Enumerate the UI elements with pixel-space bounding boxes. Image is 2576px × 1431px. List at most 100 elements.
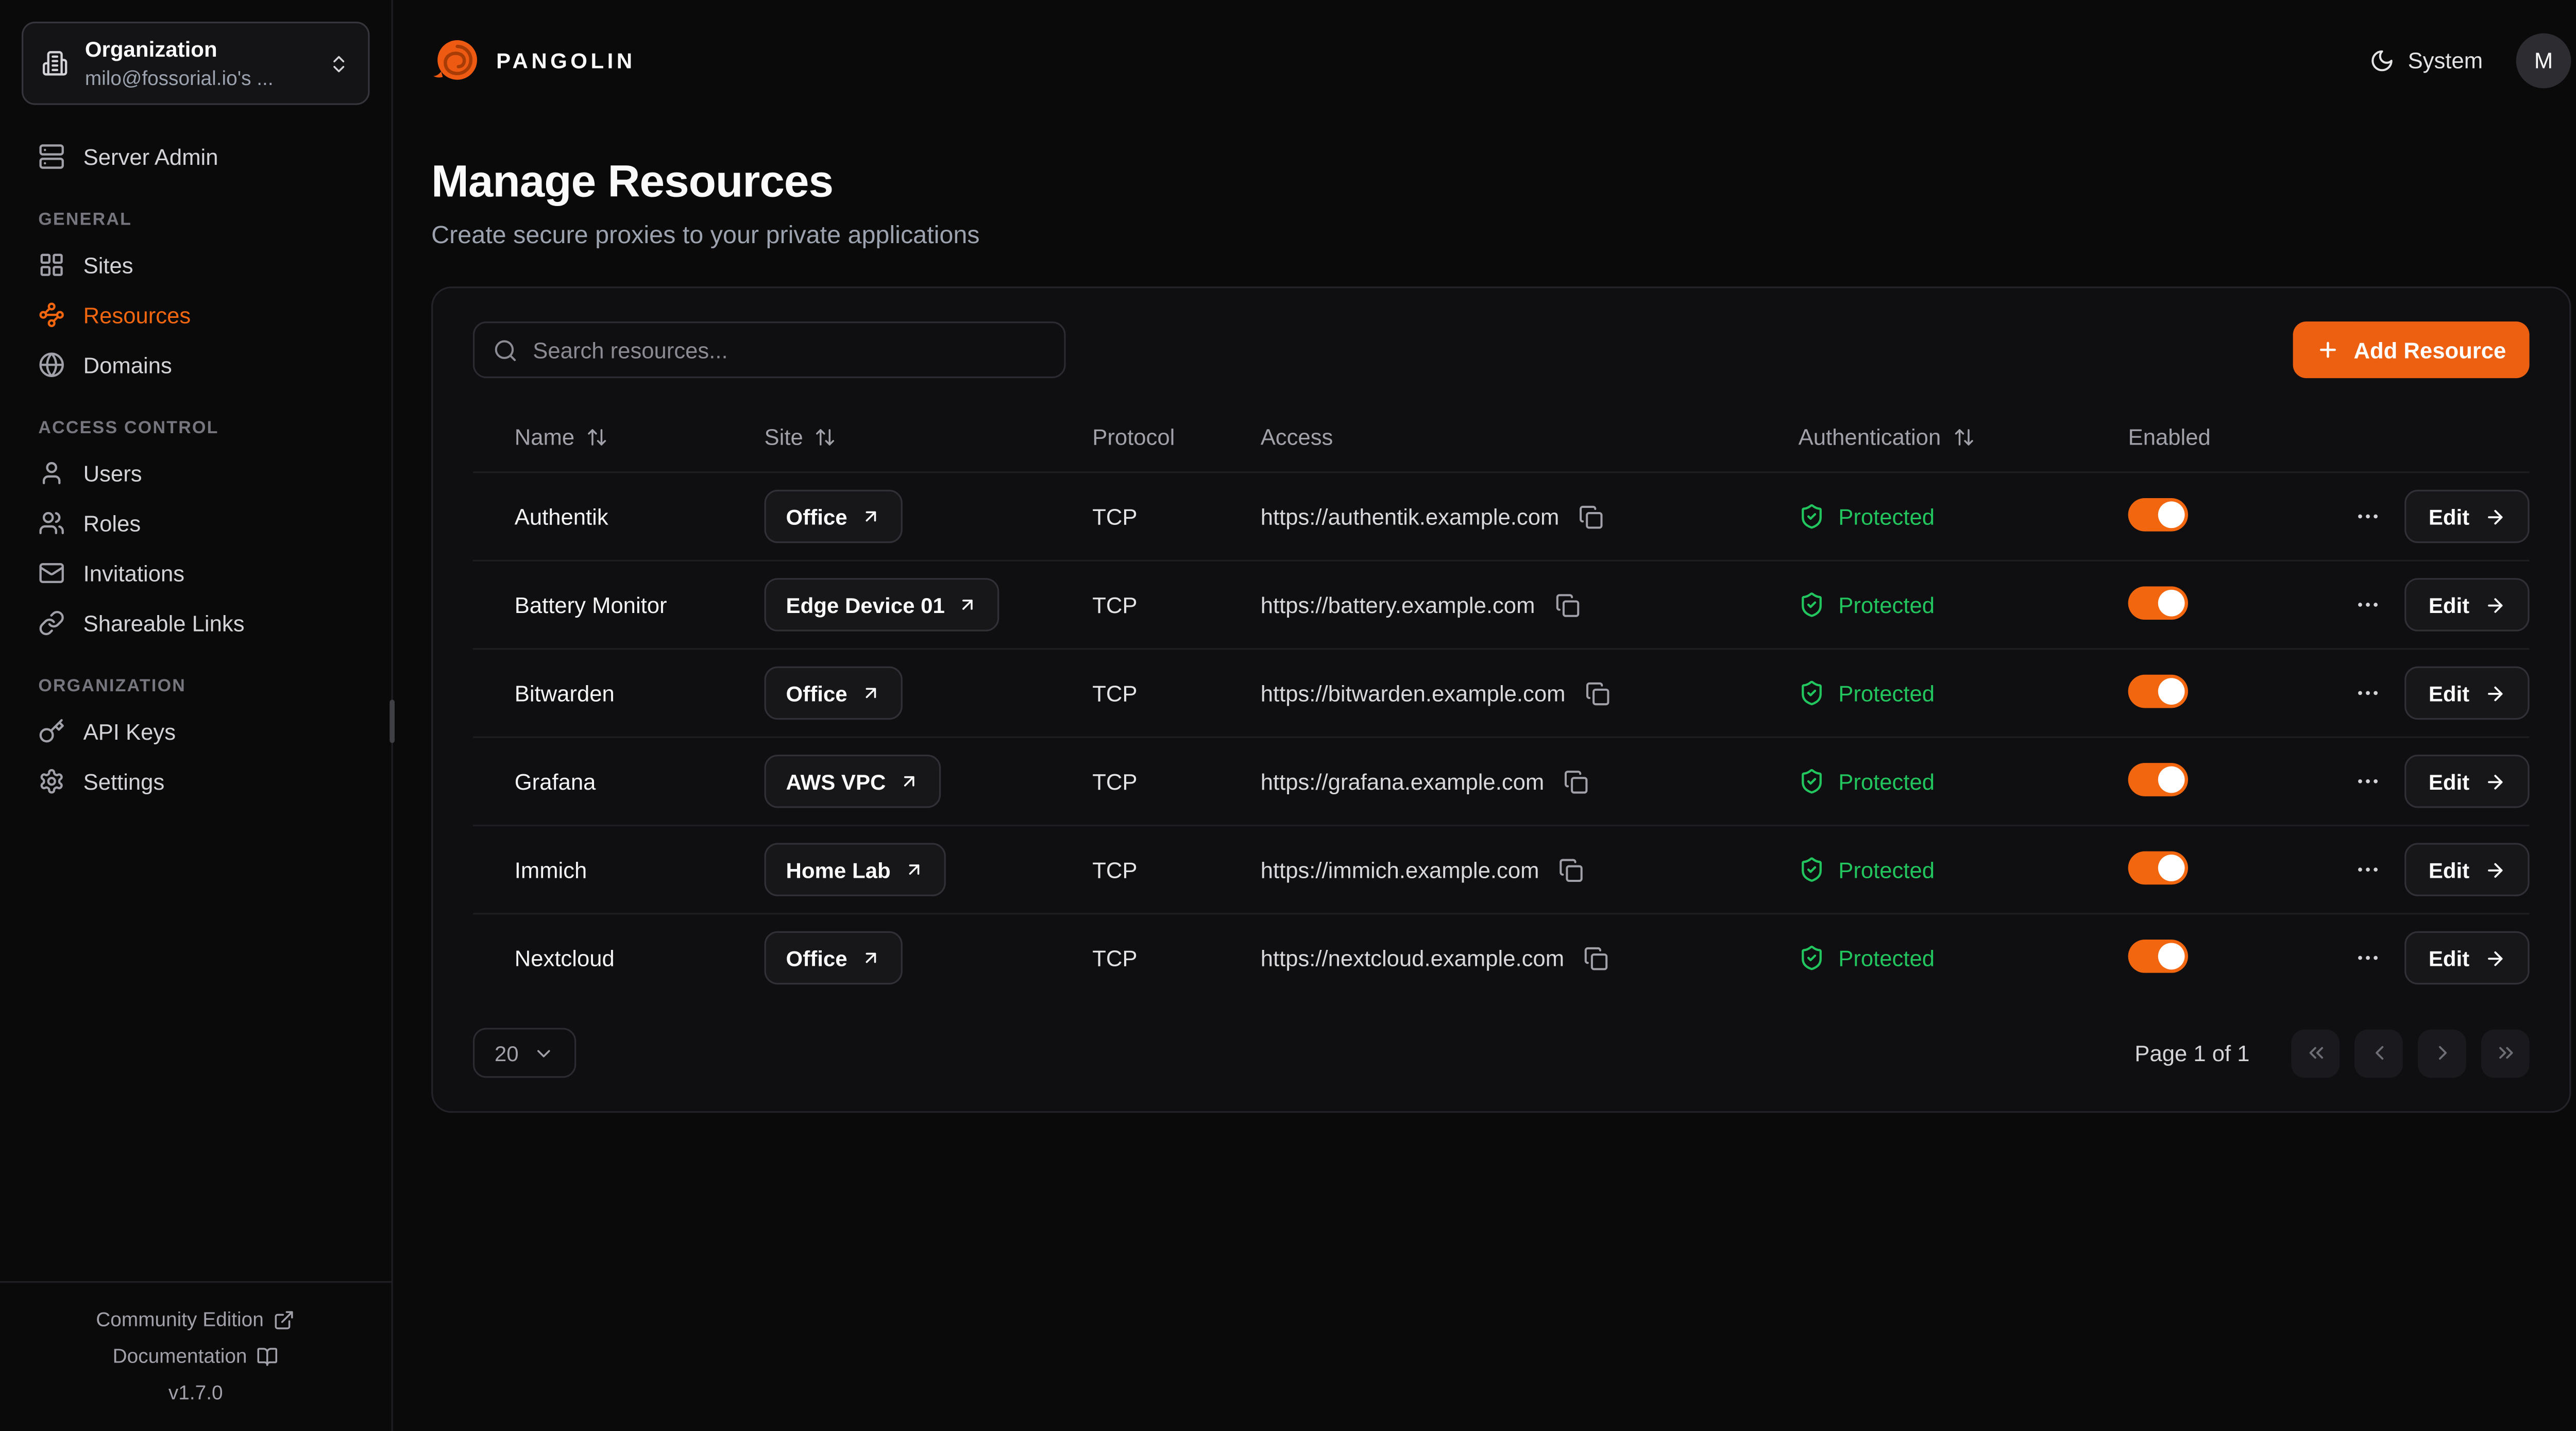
- sidebar-item-roles[interactable]: Roles: [22, 498, 370, 548]
- edit-button[interactable]: Edit: [2405, 755, 2530, 808]
- sidebar-item-label: Settings: [83, 769, 165, 794]
- access-url: https://nextcloud.example.com: [1261, 945, 1564, 970]
- enabled-toggle[interactable]: [2128, 586, 2188, 619]
- page-size-select[interactable]: 20: [473, 1028, 577, 1078]
- site-link-button[interactable]: Edge Device 01: [765, 578, 1000, 631]
- add-resource-label: Add Resource: [2353, 337, 2506, 363]
- column-header-name[interactable]: Name: [515, 424, 765, 449]
- auth-status: Protected: [1838, 504, 1935, 529]
- site-name: Office: [786, 504, 848, 529]
- sidebar-item-invitations[interactable]: Invitations: [22, 548, 370, 598]
- sidebar-item-sites[interactable]: Sites: [22, 240, 370, 290]
- row-menu-button[interactable]: [2352, 588, 2385, 622]
- column-header-protocol: Protocol: [1092, 424, 1260, 449]
- table-header: Name Site Protocol Access Authenticati: [473, 401, 2530, 471]
- sidebar-item-resources[interactable]: Resources: [22, 290, 370, 340]
- version-label: v1.7.0: [0, 1374, 392, 1411]
- access-url: https://immich.example.com: [1261, 857, 1539, 882]
- copy-icon[interactable]: [1576, 501, 1607, 532]
- theme-toggle[interactable]: System: [2369, 47, 2483, 73]
- copy-icon[interactable]: [1556, 854, 1587, 885]
- edit-label: Edit: [2429, 769, 2469, 794]
- sidebar-item-domains[interactable]: Domains: [22, 340, 370, 390]
- resource-name: Authentik: [515, 504, 765, 529]
- sort-icon: [586, 425, 608, 447]
- enabled-toggle[interactable]: [2128, 850, 2188, 884]
- enabled-toggle[interactable]: [2128, 674, 2188, 707]
- column-label: Access: [1261, 424, 1333, 449]
- row-menu-button[interactable]: [2352, 676, 2385, 710]
- ellipsis-icon: [2355, 856, 2382, 883]
- enabled-toggle[interactable]: [2128, 939, 2188, 972]
- column-header-authentication[interactable]: Authentication: [1799, 424, 2128, 449]
- chevrons-right-icon: [2494, 1041, 2517, 1064]
- search-box: [473, 321, 1066, 378]
- copy-icon[interactable]: [1582, 677, 1614, 709]
- app-window: Organization milo@fossorial.io's ... Ser…: [0, 0, 2576, 1431]
- sort-icon: [1953, 425, 1974, 447]
- sidebar-item-users[interactable]: Users: [22, 448, 370, 498]
- copy-icon[interactable]: [1581, 942, 1612, 974]
- arrow-right-icon: [2484, 682, 2506, 704]
- search-input[interactable]: [533, 337, 1045, 363]
- shield-check-icon: [1799, 768, 1825, 795]
- sidebar-resize-handle[interactable]: [389, 700, 395, 743]
- copy-icon[interactable]: [1561, 765, 1592, 797]
- add-resource-button[interactable]: Add Resource: [2294, 321, 2529, 378]
- next-page-button[interactable]: [2418, 1029, 2466, 1077]
- documentation-link[interactable]: Documentation: [0, 1338, 392, 1374]
- avatar[interactable]: M: [2516, 32, 2571, 88]
- sidebar-item-label: Server Admin: [83, 144, 218, 169]
- arrow-up-right-icon: [860, 506, 880, 526]
- enabled-toggle[interactable]: [2128, 762, 2188, 796]
- column-header-site[interactable]: Site: [765, 424, 1093, 449]
- edit-label: Edit: [2429, 592, 2469, 618]
- copy-icon[interactable]: [1552, 589, 1583, 620]
- waypoints-icon: [38, 301, 65, 328]
- protocol-value: TCP: [1092, 945, 1260, 970]
- arrow-right-icon: [2484, 594, 2506, 616]
- sidebar-item-shareable-links[interactable]: Shareable Links: [22, 598, 370, 648]
- edit-button[interactable]: Edit: [2405, 490, 2530, 543]
- table-row: Bitwarden Office TCP https://bitwarden.e…: [473, 648, 2530, 736]
- edit-button[interactable]: Edit: [2405, 931, 2530, 984]
- theme-label: System: [2408, 47, 2483, 73]
- protocol-value: TCP: [1092, 680, 1260, 706]
- site-link-button[interactable]: Office: [765, 490, 903, 543]
- protocol-value: TCP: [1092, 592, 1260, 618]
- table-row: Immich Home Lab TCP https://immich.examp…: [473, 825, 2530, 913]
- plus-icon: [2317, 338, 2340, 362]
- ellipsis-icon: [2355, 591, 2382, 618]
- table-row: Nextcloud Office TCP https://nextcloud.e…: [473, 913, 2530, 1001]
- row-menu-button[interactable]: [2352, 853, 2385, 887]
- edit-button[interactable]: Edit: [2405, 843, 2530, 896]
- section-label-general: GENERAL: [22, 210, 370, 230]
- sidebar-item-settings[interactable]: Settings: [22, 756, 370, 806]
- edit-button[interactable]: Edit: [2405, 578, 2530, 631]
- resource-name: Battery Monitor: [515, 592, 765, 618]
- edit-button[interactable]: Edit: [2405, 667, 2530, 720]
- main-content: PANGOLIN System M Manage Resources Creat…: [393, 0, 2576, 1431]
- first-page-button[interactable]: [2291, 1029, 2340, 1077]
- sidebar-item-api-keys[interactable]: API Keys: [22, 706, 370, 756]
- site-link-button[interactable]: Office: [765, 931, 903, 984]
- org-selector[interactable]: Organization milo@fossorial.io's ...: [22, 22, 370, 105]
- community-edition-link[interactable]: Community Edition: [0, 1301, 392, 1338]
- row-menu-button[interactable]: [2352, 764, 2385, 798]
- sidebar-item-server-admin[interactable]: Server Admin: [22, 131, 370, 181]
- sidebar-item-label: Domains: [83, 352, 172, 378]
- row-menu-button[interactable]: [2352, 500, 2385, 533]
- prev-page-button[interactable]: [2354, 1029, 2403, 1077]
- protocol-value: TCP: [1092, 769, 1260, 794]
- access-url: https://battery.example.com: [1261, 592, 1535, 618]
- site-link-button[interactable]: Home Lab: [765, 843, 946, 896]
- sidebar-item-label: Sites: [83, 252, 133, 278]
- brand[interactable]: PANGOLIN: [431, 35, 635, 85]
- row-menu-button[interactable]: [2352, 941, 2385, 975]
- site-link-button[interactable]: Office: [765, 667, 903, 720]
- last-page-button[interactable]: [2481, 1029, 2530, 1077]
- site-link-button[interactable]: AWS VPC: [765, 755, 941, 808]
- enabled-toggle[interactable]: [2128, 497, 2188, 531]
- shield-check-icon: [1799, 503, 1825, 530]
- table-row: Grafana AWS VPC TCP https://grafana.exam…: [473, 736, 2530, 824]
